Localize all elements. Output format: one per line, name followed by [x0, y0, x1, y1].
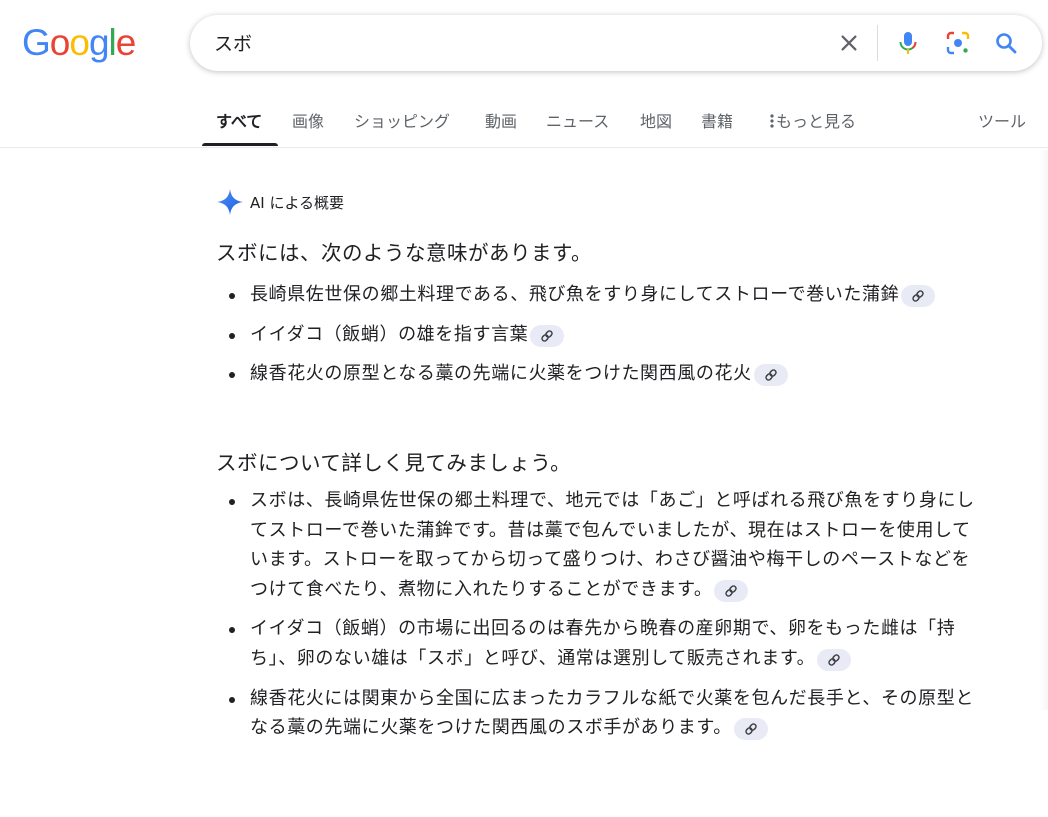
source-link-button[interactable] [901, 285, 936, 307]
tab-books[interactable]: 書籍 [701, 108, 733, 132]
link-icon [828, 654, 840, 666]
microphone-icon[interactable] [894, 29, 922, 57]
tab-maps[interactable]: 地図 [640, 108, 672, 132]
tab-more-label: もっと見る [776, 112, 857, 131]
list-item: スボは、長崎県佐世保の郷土料理で、地元では「あご」と呼ばれる飛び魚をすり身にして… [226, 486, 986, 604]
link-icon [725, 585, 738, 597]
search-divider [877, 25, 878, 61]
logo-letter: l [108, 22, 117, 63]
tab-shopping[interactable]: ショッピング [354, 108, 450, 132]
tab-images[interactable]: 画像 [292, 108, 324, 132]
list-item: 線香花火の原型となる藁の先端に火薬をつけた関西風の花火 [226, 359, 986, 389]
google-logo[interactable]: Google [22, 22, 137, 64]
list-item: 線香花火には関東から全国に広まったカラフルな紙で火薬を包んだ長手と、その原型とな… [226, 684, 986, 743]
search-icon[interactable] [992, 29, 1020, 57]
logo-letter: e [115, 22, 137, 63]
source-link-button[interactable] [530, 324, 565, 347]
logo-letter: o [49, 22, 71, 63]
logo-letter: g [88, 22, 110, 63]
ai-overview-header: AI による概要 [216, 188, 344, 216]
sparkle-icon [217, 189, 243, 215]
list-item-text: イイダコ（飯蛸）の雄を指す言葉 [250, 323, 529, 345]
link-icon [745, 723, 757, 735]
logo-letter: o [69, 22, 90, 63]
source-link-button[interactable] [753, 364, 788, 387]
overview-intro: スボには、次のような意味があります。 [216, 241, 592, 265]
link-icon [541, 329, 554, 342]
tab-more[interactable]: もっと見る [768, 108, 856, 132]
tools-button[interactable]: ツール [978, 108, 1026, 132]
list-item-text: 線香花火には関東から全国に広まったカラフルな紙で火薬を包んだ長手と、その原型とな… [250, 687, 974, 739]
list-item-text: スボは、長崎県佐世保の郷土料理で、地元では「あご」と呼ばれる飛び魚をすり身にして… [250, 490, 975, 600]
list-item: 長崎県佐世保の郷土料理である、飛び魚をすり身にしてストローで巻いた蒲鉾 [226, 280, 986, 310]
tab-news[interactable]: ニュース [546, 108, 609, 132]
source-link-button[interactable] [733, 718, 768, 741]
source-link-button[interactable] [714, 579, 749, 602]
details-list: スボは、長崎県佐世保の郷土料理で、地元では「あご」と呼ばれる飛び魚をすり身にして… [226, 486, 986, 743]
search-input[interactable]: スボ [214, 29, 252, 56]
tab-videos[interactable]: 動画 [485, 108, 517, 132]
link-icon [764, 369, 777, 381]
meanings-list: 長崎県佐世保の郷土料理である、飛び魚をすり身にしてストローで巻いた蒲鉾 イイダコ… [226, 280, 986, 389]
list-item-text: 長崎県佐世保の郷土料理である、飛び魚をすり身にしてストローで巻いた蒲鉾 [250, 284, 900, 305]
scroll-edge-shadow [1040, 150, 1048, 710]
list-item: イイダコ（飯蛸）の市場に出回るのは春先から晩春の産卵期で、卵をもった雌は「持ち」… [226, 614, 986, 673]
list-item: イイダコ（飯蛸）の雄を指す言葉 [226, 320, 986, 350]
search-tabs: すべて 画像 ショッピング 動画 ニュース 地図 書籍 もっと見る ツール [0, 100, 1048, 148]
close-icon[interactable] [835, 29, 863, 57]
search-box[interactable]: スボ [190, 15, 1042, 71]
details-title: スボについて詳しく見てみましょう。 [216, 451, 572, 475]
tab-all[interactable]: すべて [216, 108, 262, 132]
list-item-text: 線香花火の原型となる藁の先端に火薬をつけた関西風の花火 [250, 363, 752, 385]
active-tab-indicator [202, 143, 278, 146]
source-link-button[interactable] [817, 648, 852, 671]
more-vert-icon [770, 114, 774, 128]
camera-lens-icon[interactable] [944, 29, 972, 57]
ai-overview-label: AI による概要 [250, 193, 345, 212]
link-icon [912, 290, 924, 302]
logo-letter: G [22, 22, 51, 63]
